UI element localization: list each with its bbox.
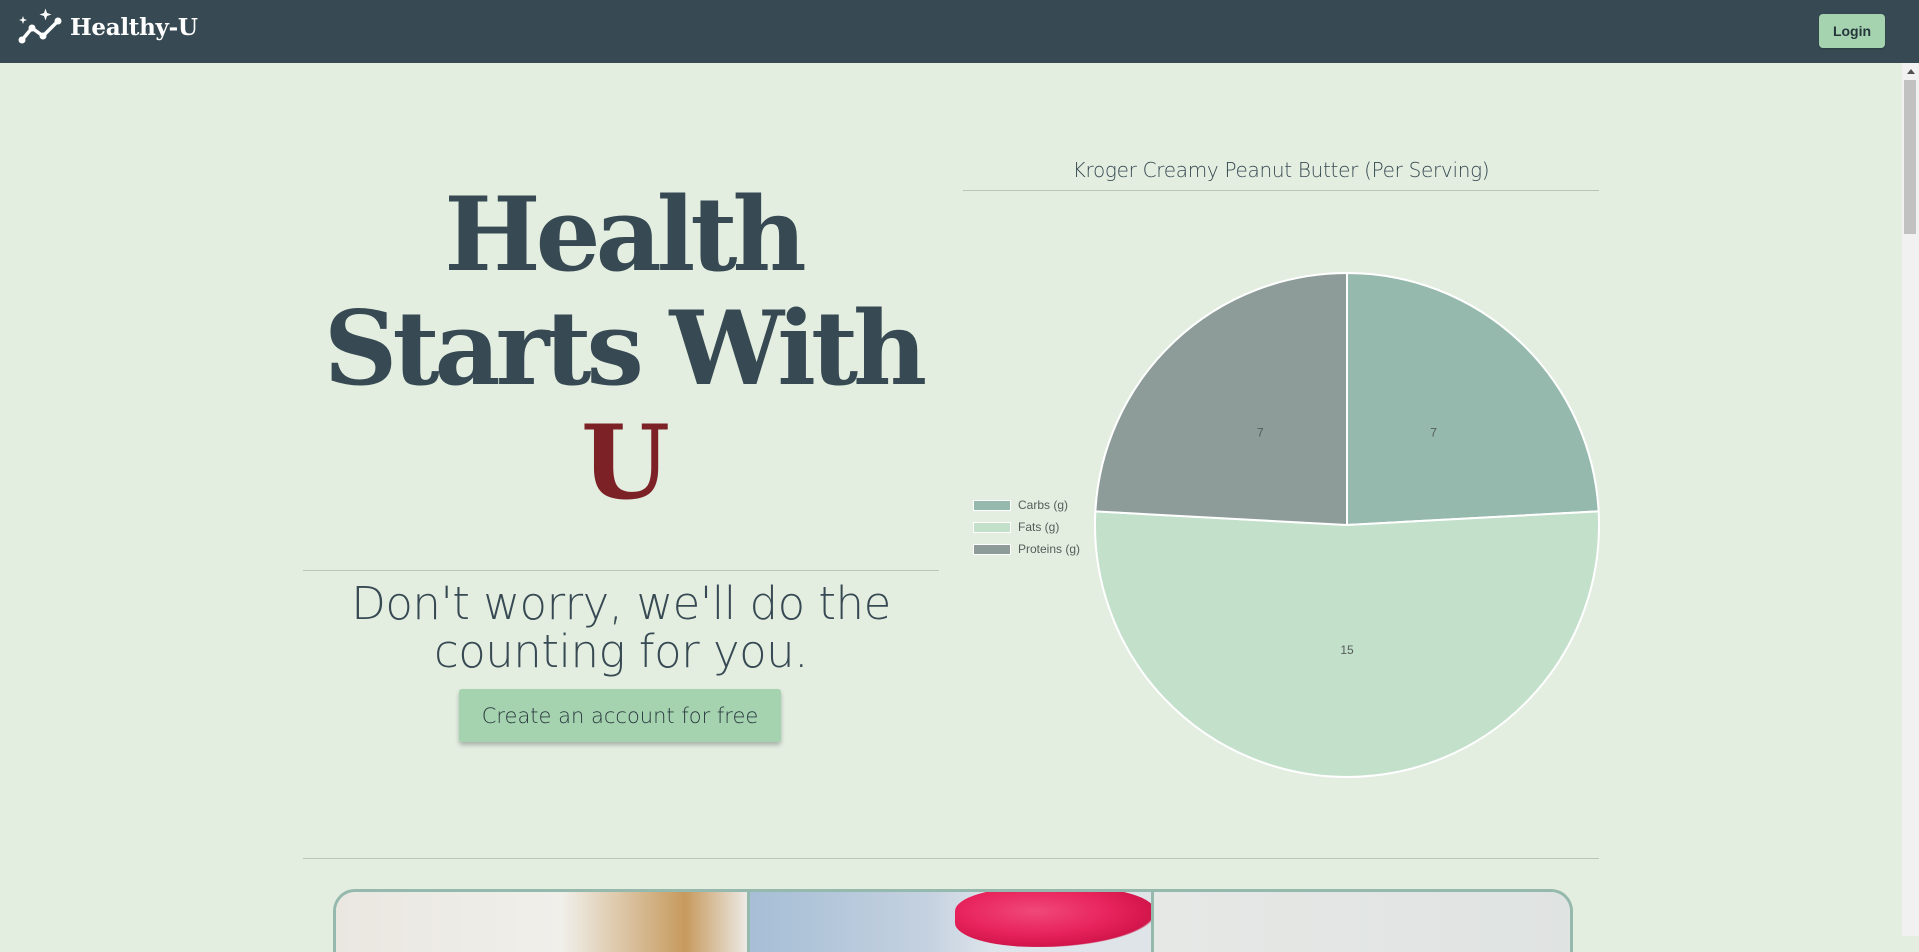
login-button[interactable]: Login: [1819, 14, 1885, 48]
gallery-image-1: [336, 892, 750, 952]
hero-title-line2: Starts With: [323, 289, 927, 409]
legend-label: Proteins (g): [1018, 542, 1081, 556]
legend-swatch: [973, 499, 1011, 511]
chart-divider: [963, 190, 1599, 191]
legend-swatch: [973, 543, 1011, 555]
gallery-image-2: [749, 892, 1155, 952]
chart-legend: Carbs (g) Fats (g) Proteins (g): [973, 494, 1080, 560]
create-account-button[interactable]: Create an account for free: [459, 689, 781, 742]
top-navbar: Healthy-U Login: [0, 0, 1919, 63]
scroll-thumb[interactable]: [1904, 80, 1916, 234]
pie-data-label: 7: [1430, 426, 1437, 440]
scroll-up-arrow-icon[interactable]: [1907, 69, 1915, 74]
hero-title: Health Starts With U: [303, 178, 943, 520]
legend-label: Fats (g): [1018, 520, 1060, 534]
gallery-image-3: [1154, 892, 1570, 952]
brand-name: Healthy-U: [70, 13, 198, 41]
legend-item[interactable]: Carbs (g): [973, 494, 1080, 516]
legend-item[interactable]: Fats (g): [973, 516, 1080, 538]
image-gallery: [333, 889, 1573, 952]
hero-tagline: Don't worry, we'll do the counting for y…: [351, 577, 891, 678]
flower-shape: [954, 892, 1152, 947]
section-divider: [303, 858, 1599, 859]
vertical-scrollbar[interactable]: [1902, 63, 1919, 936]
hero-title-line1: Health: [444, 175, 806, 295]
pie-data-label: 7: [1257, 426, 1264, 440]
legend-label: Carbs (g): [1018, 498, 1069, 512]
sparkle-trend-icon: [18, 8, 62, 44]
pie-slice-proteins-g[interactable]: [1094, 271, 1348, 527]
pie-data-label: 15: [1340, 643, 1354, 657]
chart-title: Kroger Creamy Peanut Butter (Per Serving…: [1072, 158, 1490, 182]
hero-divider: [303, 570, 939, 571]
brand-logo[interactable]: Healthy-U: [18, 7, 198, 47]
legend-item[interactable]: Proteins (g): [973, 538, 1080, 560]
pie-slice-carbs-g[interactable]: [1346, 271, 1600, 527]
hero-title-accent: U: [581, 403, 670, 523]
legend-swatch: [973, 521, 1011, 533]
